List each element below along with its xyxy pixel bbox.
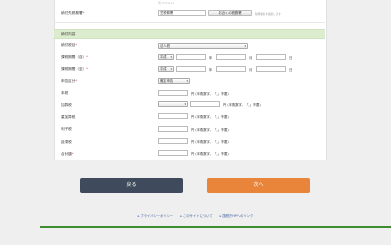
period-from-day-input[interactable] xyxy=(256,54,286,60)
kasanzei-unit: 円 (半角数字、「,」不要) xyxy=(223,103,261,107)
entaizei-unit: 円 (半角数字、「,」不要) xyxy=(191,140,229,144)
honzei-unit: 円 (半角数字、「,」不要) xyxy=(191,92,229,96)
total-unit: 円 (半角数字、「,」不要) xyxy=(191,152,229,156)
period-from-label: 課税期間（自）* xyxy=(61,55,88,59)
tax-office-search-button[interactable]: お近くの税務署 xyxy=(208,10,252,16)
faint-example-text: 例) 2711111 xyxy=(158,2,174,5)
next-button[interactable]: 次へ xyxy=(207,178,310,193)
day-unit: 日 xyxy=(289,56,293,60)
tax-office-note: 税務署名を検索します xyxy=(255,13,281,16)
total-label: 合計額* xyxy=(61,152,74,156)
period-to-year-input[interactable] xyxy=(176,66,206,72)
footer-link-privacy[interactable]: ▸ プライバシーポリシー xyxy=(138,214,174,218)
footer-link-nta[interactable]: ▸ 国税庁HPへのリンク xyxy=(220,214,254,218)
tax-item-label: 納付税目* xyxy=(61,43,78,47)
kasanzei-type-select[interactable]: ▾ xyxy=(158,101,188,107)
tax-item-select[interactable]: 法人税 ▾ xyxy=(158,43,248,49)
day-unit: 日 xyxy=(289,68,293,72)
declaration-select[interactable]: 確定申告 ▾ xyxy=(158,78,190,84)
period-from-month-input[interactable] xyxy=(216,54,246,60)
chevron-down-icon: ▾ xyxy=(184,102,186,106)
kasanzei-label: 加算税 xyxy=(61,103,72,107)
tax-office-label: 納付先税務署* xyxy=(61,11,85,15)
jukasanzei-unit: 円 (半角数字、「,」不要) xyxy=(191,115,229,119)
declaration-label: 申告区分* xyxy=(61,79,78,83)
rishizei-label: 利子税 xyxy=(61,127,72,131)
footer-link-about[interactable]: ▸ このサイトについて xyxy=(180,214,212,218)
honzei-label: 本税 xyxy=(61,91,69,95)
period-to-label: 課税期間（至）* xyxy=(61,67,88,71)
form-card xyxy=(54,0,327,160)
period-from-era-select[interactable]: 平成 ▾ xyxy=(158,54,174,60)
section-header: 納付内容 xyxy=(54,29,325,39)
rishizei-unit: 円 (半角数字、「,」不要) xyxy=(191,128,229,132)
back-button[interactable]: 戻る xyxy=(80,178,183,193)
divider xyxy=(54,22,325,23)
footer-links: ▸ プライバシーポリシー ▸ このサイトについて ▸ 国税庁HPへのリンク xyxy=(0,213,391,218)
period-from-year-input[interactable] xyxy=(176,54,206,60)
month-unit: 月 xyxy=(249,56,253,60)
chevron-down-icon: ▾ xyxy=(244,44,246,48)
period-to-month-input[interactable] xyxy=(216,66,246,72)
total-input[interactable] xyxy=(158,150,188,156)
footer-bar xyxy=(40,226,391,228)
honzei-input[interactable] xyxy=(158,90,188,96)
chevron-down-icon: ▾ xyxy=(170,67,172,71)
chevron-down-icon: ▾ xyxy=(186,79,188,83)
period-to-era-select[interactable]: 平成 ▾ xyxy=(158,66,174,72)
year-unit: 年 xyxy=(209,56,213,60)
year-unit: 年 xyxy=(209,68,213,72)
rishizei-input[interactable] xyxy=(158,126,188,132)
kasanzei-input[interactable] xyxy=(190,101,220,107)
entaizei-input[interactable] xyxy=(158,138,188,144)
period-to-day-input[interactable] xyxy=(256,66,286,72)
tax-office-field[interactable]: 芝税務署 xyxy=(158,10,206,16)
entaizei-label: 延滞税 xyxy=(61,140,72,144)
jukasanzei-input[interactable] xyxy=(158,113,188,119)
chevron-down-icon: ▾ xyxy=(170,55,172,59)
jukasanzei-label: 重加算税 xyxy=(61,115,76,119)
month-unit: 月 xyxy=(249,68,253,72)
